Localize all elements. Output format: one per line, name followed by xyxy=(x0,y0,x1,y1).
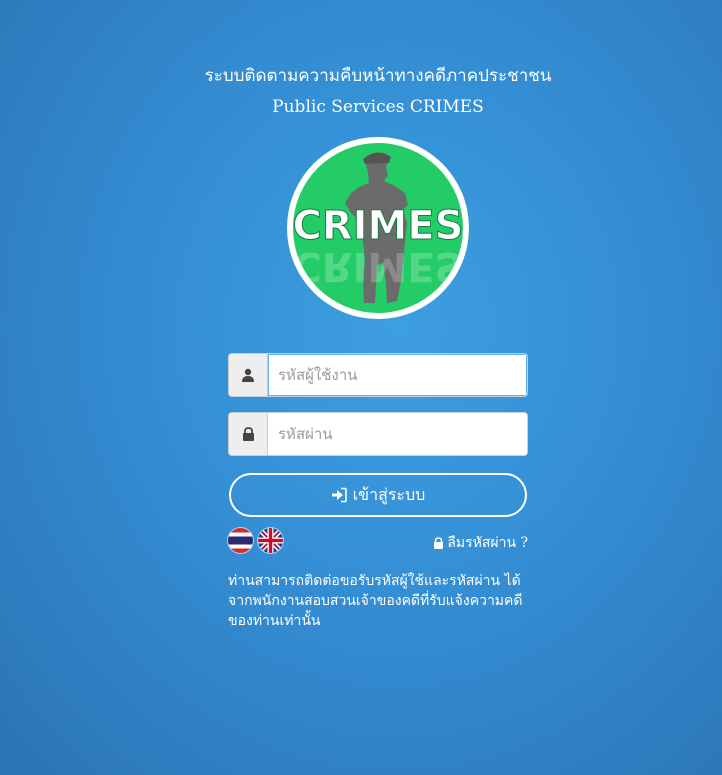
forgot-password-label: ลืมรหัสผ่าน ? xyxy=(447,535,528,551)
forgot-password-link[interactable]: ลืมรหัสผ่าน ? xyxy=(433,532,528,554)
contact-note: ท่านสามารถติดต่อขอรับรหัสผู้ใช้และรหัสผ่… xyxy=(228,573,523,629)
crimes-logo: CRIMES CRIMES xyxy=(287,137,469,319)
logo-text: CRIMES xyxy=(293,203,463,249)
page-title-en: Public Services CRIMES xyxy=(272,97,484,117)
lock-icon xyxy=(229,413,268,455)
password-field xyxy=(228,412,528,456)
username-input[interactable] xyxy=(268,354,527,396)
lock-icon xyxy=(434,537,444,549)
login-button[interactable]: เข้าสู่ระบบ xyxy=(229,473,527,517)
sign-in-icon xyxy=(331,487,347,503)
password-input[interactable] xyxy=(268,413,527,455)
user-icon xyxy=(229,354,268,396)
thai-flag-icon[interactable] xyxy=(228,528,253,553)
page-title-th: ระบบติดตามความคืบหน้าทางคดีภาคประชาชน xyxy=(204,66,552,86)
username-field xyxy=(228,353,528,397)
login-button-label: เข้าสู่ระบบ xyxy=(352,484,426,504)
officer-silhouette-icon: CRIMES CRIMES xyxy=(293,152,463,303)
logo-text-reflection: CRIMES xyxy=(293,243,463,289)
uk-flag-icon[interactable] xyxy=(258,528,283,553)
